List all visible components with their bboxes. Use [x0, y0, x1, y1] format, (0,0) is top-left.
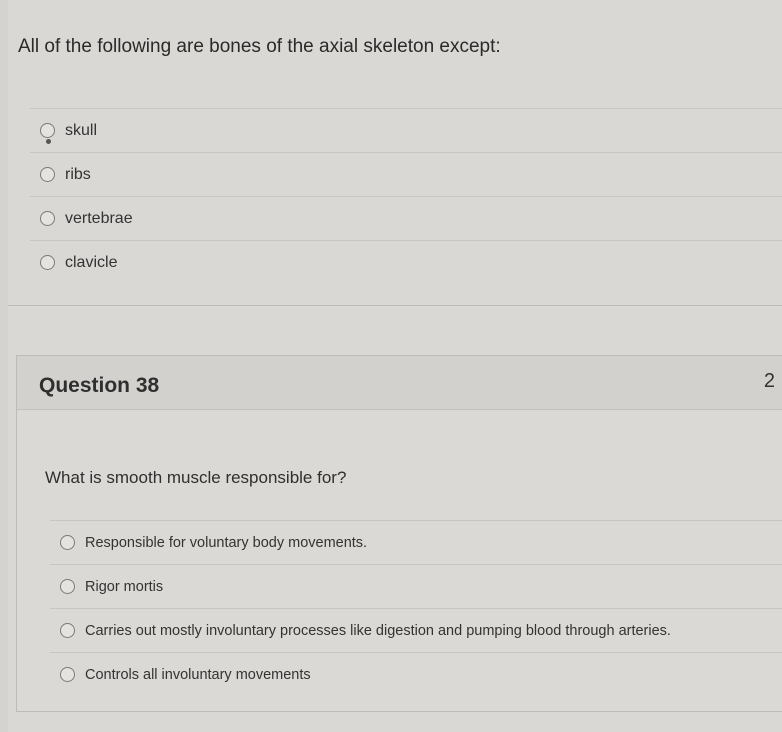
question-points: 2	[763, 370, 775, 392]
radio-button[interactable]	[60, 667, 75, 682]
radio-button[interactable]	[60, 579, 75, 594]
question-title: Question 38	[39, 374, 160, 397]
answer-option-skull[interactable]: skull	[30, 108, 782, 152]
answer-label: ribs	[65, 165, 91, 183]
question-38-header: Question 38 2	[17, 356, 782, 410]
radio-button[interactable]	[60, 535, 75, 550]
radio-button[interactable]	[40, 123, 55, 144]
answer-label: vertebrae	[65, 209, 133, 227]
answer-option-involuntary-processes[interactable]: Carries out mostly involuntary processes…	[50, 608, 782, 652]
answer-option-ribs[interactable]: ribs	[30, 152, 782, 196]
radio-button[interactable]	[40, 211, 55, 226]
answer-option-clavicle[interactable]: clavicle	[30, 240, 782, 284]
page-left-edge	[0, 0, 8, 732]
question-38-text: What is smooth muscle responsible for?	[45, 468, 347, 487]
question-37-block: All of the following are bones of the ax…	[8, 0, 782, 306]
answer-label: Responsible for voluntary body movements…	[85, 534, 368, 551]
radio-button[interactable]	[40, 167, 55, 182]
answer-label: skull	[65, 121, 98, 139]
answer-label: Controls all involuntary movements	[85, 666, 311, 683]
answer-label: clavicle	[65, 253, 118, 271]
question-38-answers: Responsible for voluntary body movements…	[50, 520, 782, 696]
question-38-card: Question 38 2 What is smooth muscle resp…	[16, 355, 782, 712]
question-37-answers: skull ribs vertebrae clavicle	[30, 108, 782, 284]
answer-label: Carries out mostly involuntary processes…	[85, 622, 671, 639]
radio-focus-dot	[46, 139, 51, 144]
answer-option-voluntary[interactable]: Responsible for voluntary body movements…	[50, 520, 782, 564]
answer-label: Rigor mortis	[85, 578, 164, 595]
answer-option-rigor-mortis[interactable]: Rigor mortis	[50, 564, 782, 608]
answer-option-vertebrae[interactable]: vertebrae	[30, 196, 782, 240]
question-37-text: All of the following are bones of the ax…	[18, 36, 501, 57]
answer-option-controls-involuntary[interactable]: Controls all involuntary movements	[50, 652, 782, 696]
radio-button[interactable]	[40, 255, 55, 270]
radio-button[interactable]	[60, 623, 75, 638]
